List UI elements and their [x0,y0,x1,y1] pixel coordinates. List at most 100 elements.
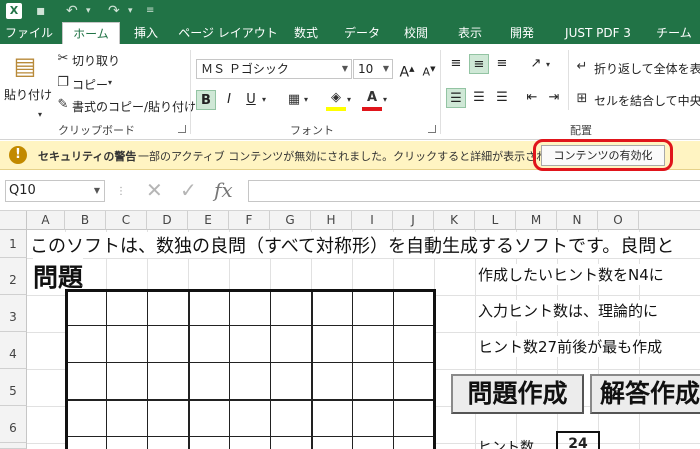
column-header-l[interactable]: L [475,211,516,230]
align-left-icon[interactable]: ☰ [446,88,466,108]
row-header-3[interactable]: 3 [0,295,27,332]
decrease-indent-icon[interactable]: ⇤ [522,88,542,108]
orientation-icon[interactable]: ↗ [526,54,546,74]
font-color-dropdown-icon[interactable]: ▾ [383,91,387,109]
column-header-k[interactable]: K [434,211,475,230]
fill-color-icon[interactable]: ◈ [326,89,346,111]
redo-icon[interactable]: ↷ [108,2,120,20]
column-header-h[interactable]: H [311,211,352,230]
borders-icon[interactable]: ▦ [284,91,304,109]
column-header-e[interactable]: E [188,211,229,230]
insert-function-icon[interactable]: fx [214,178,233,202]
enter-icon[interactable]: ✓ [180,178,197,202]
align-middle-icon[interactable]: ≡ [469,54,489,74]
column-header-j[interactable]: J [393,211,434,230]
bold-button[interactable]: B [196,90,216,110]
cell-l3-note[interactable]: 入力ヒント数は、理論的に [478,300,700,321]
tab-data[interactable]: データ [338,22,386,44]
fill-color-dropdown-icon[interactable]: ▾ [347,91,351,109]
tab-formulas[interactable]: 数式 [286,22,326,44]
undo-dropdown-icon[interactable]: ▾ [86,2,91,20]
font-color-button[interactable]: A [362,89,382,111]
cell-l2-note[interactable]: 作成したいヒント数をN4に [478,264,700,285]
create-answer-button[interactable]: 解答作成 [590,374,700,414]
row-header-6[interactable]: 6 [0,406,27,443]
select-all-corner[interactable] [0,211,27,230]
clipboard-launcher-icon[interactable] [178,125,186,133]
align-center-icon[interactable]: ☰ [469,88,489,108]
tab-page-layout[interactable]: ページ レイアウト [178,22,278,44]
tab-review[interactable]: 校閲 [396,22,436,44]
name-box[interactable]: Q10 ▼ [5,180,105,202]
align-top-icon[interactable]: ≡ [446,54,466,74]
column-header-g[interactable]: G [270,211,311,230]
row-header-7[interactable] [0,443,27,449]
paste-button[interactable]: 貼り付け [4,86,52,103]
row-header-4[interactable]: 4 [0,332,27,369]
align-right-icon[interactable]: ☰ [492,88,512,108]
align-bottom-icon[interactable]: ≡ [492,54,512,74]
gridline [27,258,700,259]
tab-file[interactable]: ファイル [0,22,58,44]
font-name-select[interactable]: ＭＳ Ｐゴシック ▼ [196,59,352,79]
shrink-font-icon: A [422,65,431,79]
row-header-2[interactable]: 2 [0,258,27,295]
tab-developer[interactable]: 開発 [502,22,542,44]
create-problem-button[interactable]: 問題作成 [451,374,584,414]
wrap-text-button[interactable]: 折り返して全体を表示 [594,60,700,77]
redo-dropdown-icon[interactable]: ▾ [128,2,133,20]
tab-home[interactable]: ホーム [62,22,120,44]
formula-input[interactable] [248,180,700,202]
copy-button[interactable]: コピー [72,76,108,93]
column-header-n[interactable]: N [557,211,598,230]
shrink-font-button[interactable]: A▼ [419,59,439,79]
grow-font-button[interactable]: A▲ [397,59,417,81]
row-header-1[interactable]: 1 [0,230,27,258]
hint-count-cell[interactable]: 24 [556,431,600,449]
format-painter-button[interactable]: 書式のコピー/貼り付け [72,98,196,115]
italic-button[interactable]: I [219,90,239,110]
format-painter-icon[interactable]: ✎ [55,96,71,114]
column-header-o[interactable]: O [598,211,639,230]
cancel-icon[interactable]: ✕ [146,178,163,202]
merge-center-icon[interactable]: ⊞ [574,90,590,108]
column-header-b[interactable]: B [65,211,106,230]
orientation-dropdown-icon[interactable]: ▾ [546,56,550,74]
underline-dropdown-icon[interactable]: ▾ [262,91,266,109]
copy-icon[interactable]: ❐ [55,74,71,92]
column-header-a[interactable]: A [27,211,65,230]
column-header-i[interactable]: I [352,211,393,230]
borders-dropdown-icon[interactable]: ▾ [304,91,308,109]
chevron-down-icon: ▼ [93,186,100,195]
cell-a1-description[interactable]: このソフトは、数独の良問（すべて対称形）を自動生成するソフトです。良問と [30,232,675,258]
column-header-d[interactable]: D [147,211,188,230]
group-divider [440,50,441,134]
merge-center-button[interactable]: セルを結合して中央揃え [594,92,700,109]
customize-qat-icon[interactable]: ≡ [146,2,154,20]
font-color-icon: A [366,90,378,105]
cell-l4-note[interactable]: ヒント数27前後が最も作成 [478,336,700,357]
column-header-c[interactable]: C [106,211,147,230]
font-name-value: ＭＳ Ｐゴシック [201,62,289,76]
grow-font-icon: A [399,64,410,81]
row-header-5[interactable]: 5 [0,369,27,406]
security-warning-message[interactable]: 一部のアクティブ コンテンツが無効にされました。クリックすると詳細が表示されます… [138,148,579,164]
column-header-f[interactable]: F [229,211,270,230]
paste-icon[interactable]: ▤ [10,50,40,82]
tab-just-pdf[interactable]: JUST PDF 3 [556,22,640,44]
font-size-select[interactable]: 10 ▼ [353,59,393,79]
font-launcher-icon[interactable] [428,125,436,133]
tab-insert[interactable]: 挿入 [126,22,166,44]
scissors-icon[interactable]: ✂ [55,50,71,68]
tab-team[interactable]: チーム [650,22,698,44]
paste-dropdown-icon[interactable]: ▾ [38,106,42,124]
column-header-m[interactable]: M [516,211,557,230]
increase-indent-icon[interactable]: ⇥ [544,88,564,108]
copy-dropdown-icon[interactable]: ▾ [108,74,112,92]
underline-button[interactable]: U [241,90,261,110]
wrap-text-icon[interactable]: ↵ [574,58,590,76]
cut-button[interactable]: 切り取り [72,52,120,69]
undo-icon[interactable]: ↶ [66,2,78,20]
save-icon[interactable]: ▪ [36,2,46,20]
tab-view[interactable]: 表示 [450,22,490,44]
